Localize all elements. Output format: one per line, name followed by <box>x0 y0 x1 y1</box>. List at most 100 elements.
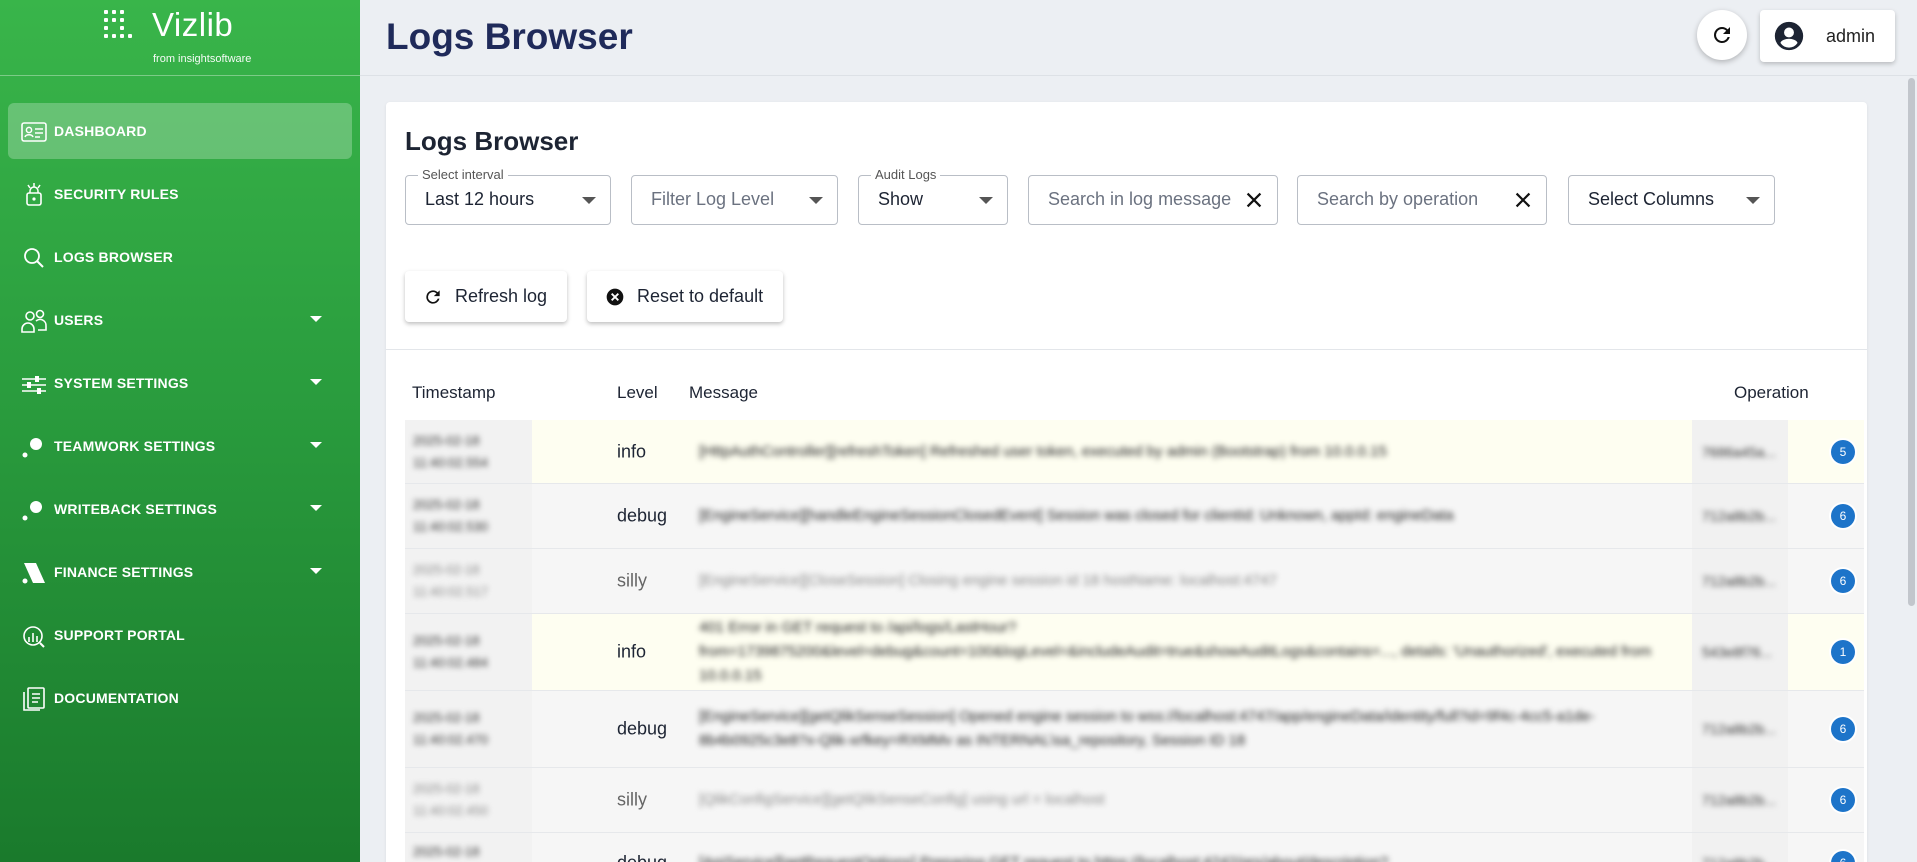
table-row[interactable]: 2025-02-18 11:40:02.450 silly [QlikConfigS… <box>405 768 1864 833</box>
sidebar-item-label: FINANCE SETTINGS <box>54 564 194 580</box>
timestamp-text: 2025-02-18 11:40:02.517 <box>413 562 488 599</box>
operation-text: 712a8b2b... <box>1702 855 1776 862</box>
level-cell: debug <box>617 852 668 862</box>
users-icon <box>21 309 47 333</box>
table-row[interactable]: 2025-02-18 11:40:02.554 info [HttpAuthCont… <box>405 420 1864 484</box>
table-row[interactable]: 2025-02-18 11:40:02.517 silly [EngineServi… <box>405 549 1864 614</box>
timestamp-text: 2025-02-18 11:40:02.470 <box>413 710 488 747</box>
select-columns[interactable]: Select Columns <box>1568 175 1775 225</box>
operation-text: 712a8b2b... <box>1702 508 1776 524</box>
username: admin <box>1826 25 1876 46</box>
operation-text: 712a8b2b... <box>1702 792 1776 808</box>
search-message-input[interactable]: Search in log message <box>1028 175 1278 225</box>
search-operation-input[interactable]: Search by operation <box>1297 175 1547 225</box>
level-cell: silly <box>617 789 647 810</box>
search-operation-placeholder: Search by operation <box>1317 189 1479 209</box>
log-level-placeholder: Filter Log Level <box>651 189 775 209</box>
operation-cell: 712a8b2b... <box>1692 691 1788 767</box>
sidebar-item-system-settings[interactable]: SYSTEM SETTINGS <box>8 355 352 411</box>
timestamp-text: 2025-02-18 11:40:02.554 <box>413 432 488 470</box>
page-scrollbar[interactable] <box>1906 76 1917 862</box>
clear-icon[interactable] <box>1512 189 1534 211</box>
table-row[interactable]: 2025-02-18 11:40:02.484 info 401 Error in … <box>405 614 1864 691</box>
sidebar-item-label: SYSTEM SETTINGS <box>54 375 189 391</box>
reset-default-label: Reset to default <box>637 286 764 306</box>
sidebar-item-users[interactable]: USERS <box>8 292 352 348</box>
timestamp-text: 2025-02-18 11:40:02.530 <box>413 497 488 534</box>
sidebar: Vizlib from insightsoftware DASHBOARD SEC… <box>0 0 360 862</box>
top-bar: Logs Browser admin <box>360 0 1917 76</box>
sidebar-item-label: TEAMWORK SETTINGS <box>54 438 216 454</box>
table-row[interactable]: 2025-02-18 11:40:02.430 debug [ApiService]… <box>405 833 1864 862</box>
logs-search-icon <box>24 248 44 268</box>
level-cell: info <box>617 641 647 662</box>
col-level[interactable]: Level <box>617 383 658 403</box>
chevron-down-icon[interactable] <box>310 316 322 322</box>
audit-logs-label: Audit Logs <box>871 167 941 182</box>
chevron-down-icon[interactable] <box>310 505 322 511</box>
message-cell: [HttpAuthController][refreshToken] Refre… <box>699 442 1387 460</box>
user-menu-button[interactable]: admin <box>1760 10 1895 62</box>
sidebar-item-documentation[interactable]: DOCUMENTATION <box>8 670 352 726</box>
scrollbar-thumb[interactable] <box>1908 78 1915 606</box>
timestamp-text: 2025-02-18 11:40:02.484 <box>413 633 488 670</box>
sidebar-item-dashboard[interactable]: DASHBOARD <box>8 103 352 159</box>
sidebar-item-logs-browser[interactable]: LOGS BROWSER <box>8 229 352 285</box>
divider <box>386 349 1867 350</box>
operation-text: 7686a45a... <box>1702 443 1776 460</box>
col-operation[interactable]: Operation <box>1734 383 1809 403</box>
chevron-down-icon[interactable] <box>310 568 322 574</box>
operation-count-badge[interactable]: 6 <box>1831 788 1855 812</box>
global-refresh-button[interactable] <box>1697 10 1747 60</box>
chevron-down-icon <box>809 197 823 204</box>
table-row[interactable]: 2025-02-18 11:40:02.530 debug [EngineServi… <box>405 484 1864 549</box>
sidebar-item-security-rules[interactable]: SECURITY RULES <box>8 166 352 222</box>
chevron-down-icon[interactable] <box>310 379 322 385</box>
sidebar-item-support-portal[interactable]: SUPPORT PORTAL <box>8 607 352 663</box>
sidebar-item-label: LOGS BROWSER <box>54 249 174 265</box>
operation-count-badge[interactable]: 6 <box>1831 504 1855 528</box>
operation-text: 712a8b2b... <box>1702 721 1776 737</box>
operation-count-badge[interactable]: 1 <box>1831 640 1855 664</box>
timestamp-text: 2025-02-18 11:40:02.430 <box>413 843 480 859</box>
col-message[interactable]: Message <box>689 383 758 403</box>
card-title: Logs Browser <box>405 126 579 156</box>
operation-count-badge[interactable]: 6 <box>1831 717 1855 741</box>
security-lock-icon <box>26 183 42 206</box>
operation-cell: 712a8b2b... <box>1692 833 1788 862</box>
teamwork-icon <box>22 438 42 458</box>
operation-count-badge[interactable]: 6 <box>1831 569 1855 593</box>
level-cell: silly <box>617 570 647 591</box>
operation-cell: 712a8b2b... <box>1692 484 1788 548</box>
chevron-down-icon[interactable] <box>310 442 322 448</box>
interval-select[interactable]: Select interval Last 12 hours <box>405 167 611 225</box>
sidebar-item-teamwork-settings[interactable]: TEAMWORK SETTINGS <box>8 418 352 474</box>
table-row[interactable]: 2025-02-18 11:40:02.470 debug [EngineServi… <box>405 691 1864 768</box>
brand: Vizlib from insightsoftware <box>0 0 360 76</box>
operation-count-badge[interactable]: 6 <box>1831 850 1855 862</box>
interval-label: Select interval <box>418 167 508 182</box>
sidebar-item-writeback-settings[interactable]: WRITEBACK SETTINGS <box>8 481 352 537</box>
account-circle-icon <box>1774 21 1804 51</box>
clear-icon[interactable] <box>1243 189 1265 211</box>
operation-text: 543e8f76... <box>1702 644 1773 660</box>
page-title: Logs Browser <box>386 16 633 57</box>
log-level-select[interactable]: Filter Log Level <box>631 175 838 225</box>
reset-default-button[interactable]: Reset to default <box>587 271 783 322</box>
support-icon <box>23 626 45 648</box>
operation-cell: 712a8b2b... <box>1692 549 1788 613</box>
audit-logs-select[interactable]: Audit Logs Show <box>858 167 1008 225</box>
timestamp-cell: 2025-02-18 11:40:02.470 <box>405 691 532 767</box>
sidebar-item-finance-settings[interactable]: FINANCE SETTINGS <box>8 544 352 600</box>
audit-logs-value: Show <box>878 189 924 209</box>
col-timestamp[interactable]: Timestamp <box>412 383 495 403</box>
sidebar-item-label: SECURITY RULES <box>54 186 179 202</box>
sidebar-item-label: SUPPORT PORTAL <box>54 627 185 643</box>
message-cell: [EngineService][getQlikSenseSession] Ope… <box>699 708 1595 749</box>
timestamp-cell: 2025-02-18 11:40:02.517 <box>405 549 532 613</box>
operation-count-badge[interactable]: 5 <box>1831 439 1855 464</box>
operation-cell: 7686a45a... <box>1692 420 1788 483</box>
message-cell: [EngineService][handleEngineSessionClose… <box>699 507 1454 524</box>
refresh-log-button[interactable]: Refresh log <box>405 271 567 322</box>
chevron-down-icon <box>582 197 596 204</box>
